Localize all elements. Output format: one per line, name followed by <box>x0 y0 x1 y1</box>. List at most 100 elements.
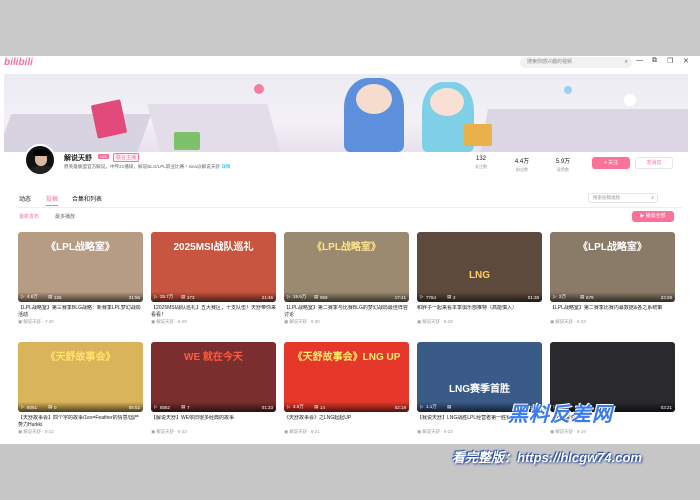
video-author[interactable]: 解说天舒 <box>555 429 573 434</box>
video-title[interactable]: 【天舒故事会】四个字的故事/1es=Feather的情意/国产势力Hurkki <box>18 415 143 428</box>
comment-icon: ▤ <box>314 404 319 409</box>
video-date: 6-30 <box>310 319 320 324</box>
video-thumbnail[interactable]: 2025MSI战队巡礼 ▷ 25.7万 ▤ 273 21:46 <box>151 232 276 302</box>
view-count: 8562 <box>160 405 171 410</box>
video-author[interactable]: 解说天舒 <box>23 429 41 434</box>
video-date: 6-19 <box>576 429 586 434</box>
thumbnail-text: 《LPL战略室》 <box>312 242 381 253</box>
video-date: 6-29 <box>177 319 187 324</box>
sort-latest[interactable]: 最新发布 <box>19 213 39 220</box>
play-icon: ▷ <box>287 294 291 299</box>
browser-window: bilibili 搜索你感兴趣的视频 ⌕ — ⧉ ❐ ✕ 解说天舒 LV6 联合… <box>0 56 700 444</box>
video-author[interactable]: 解说天舒 <box>422 319 440 324</box>
video-stats-overlay: ▷ 8562 ▤ 7 01:33 <box>151 402 276 412</box>
play-icon: ▷ <box>154 294 158 299</box>
comment-icon: ▤ <box>48 294 53 299</box>
stat-label: 粉丝数 <box>516 167 528 172</box>
play-icon: ▷ <box>553 294 557 299</box>
stat-followers[interactable]: 4.4万 粉丝数 <box>502 156 542 173</box>
video-thumbnail[interactable]: 《天舒故事会》LNG UP ▷ 3.5万 ▤ 14 02:18 <box>284 342 409 412</box>
video-duration: 02:18 <box>394 405 406 410</box>
view-count: 4.8万 <box>27 294 38 299</box>
banner-shape <box>4 114 152 152</box>
video-thumbnail[interactable]: 《LPL战略室》 ▷ 4.8万 ▤ 226 31:56 <box>18 232 143 302</box>
maximize-icon[interactable]: ❐ <box>667 57 673 65</box>
follow-button[interactable]: + 关注 <box>592 157 630 169</box>
comment-count: 273 <box>187 295 195 300</box>
video-author[interactable]: 解说天舒 <box>156 319 174 324</box>
view-count: 1.1万 <box>426 404 437 409</box>
video-search-placeholder: 搜索投稿视频 <box>593 195 620 200</box>
comment-icon: ▤ <box>314 294 319 299</box>
video-stats-overlay: ▷ 3.5万 ▤ 14 02:18 <box>284 402 409 412</box>
video-author[interactable]: 解说天舒 <box>555 319 573 324</box>
stat-value: 132 <box>475 156 486 162</box>
video-thumbnail[interactable]: 《LPL战略室》 ▷ 2万 ▤ 679 23:28 <box>550 232 675 302</box>
banner-shape <box>147 104 281 152</box>
video-thumbnail[interactable]: LNG ▷ 7764 ▤ 2 01:38 <box>417 232 542 302</box>
play-icon: ▷ <box>420 294 424 299</box>
view-count: 3.5万 <box>293 404 304 409</box>
tab-dynamic[interactable]: 动态 <box>19 194 31 203</box>
pin-icon[interactable]: ⧉ <box>652 57 657 65</box>
video-title[interactable]: 和胖子一起来看本季俱乐部推特（高能慎入） <box>417 305 542 318</box>
video-author[interactable]: 解说天舒 <box>23 319 41 324</box>
video-date: 7-20 <box>44 319 54 324</box>
profile-bio: 原英雄联盟官方解说，中传21播硕，解说BLG/LPL职业比赛 * sina@解说… <box>64 164 231 170</box>
video-author-date: ▣ 解说天舒 · 6-29 <box>417 319 453 325</box>
thumbnail-text: LNG <box>468 270 491 281</box>
bio-detail-link[interactable]: 详情 <box>221 164 230 169</box>
confetti <box>254 84 264 94</box>
search-icon[interactable]: ⌕ <box>625 57 628 68</box>
video-stats-overlay: ▷ 7764 ▤ 2 01:38 <box>417 292 542 302</box>
play-icon: ▷ <box>21 404 25 409</box>
comment-icon: ▤ <box>580 294 585 299</box>
confetti <box>624 94 636 106</box>
watermark-url: 看完整版：https://hlcgw74.com <box>452 450 642 465</box>
confetti <box>564 86 572 94</box>
video-title[interactable]: 【LPL战略室】第二赛季比赛内幕数据&各之系统策 <box>550 305 675 318</box>
global-search-input[interactable]: 搜索你感兴趣的视频 ⌕ <box>520 57 632 68</box>
profile-name: 解说天舒 <box>64 155 92 162</box>
video-author[interactable]: 解说天舒 <box>422 429 440 434</box>
video-duration: 01:38 <box>527 295 539 300</box>
video-title[interactable]: 《天舒故事会》之LNG起起UP <box>284 415 409 428</box>
video-search-input[interactable]: 搜索投稿视频 ⌕ <box>588 193 658 203</box>
bilibili-logo[interactable]: bilibili <box>4 57 33 68</box>
video-author[interactable]: 解说天舒 <box>156 429 174 434</box>
search-icon[interactable]: ⌕ <box>651 194 654 202</box>
stat-likes: 5.9万 获赞数 <box>543 156 583 173</box>
sort-most-played[interactable]: 最多播放 <box>55 213 75 220</box>
tab-uploads[interactable]: 投稿 <box>46 194 58 203</box>
play-icon: ▷ <box>420 404 424 409</box>
video-thumbnail[interactable]: 《LPL战略室》 ▷ 19.9万 ▤ 959 17:41 <box>284 232 409 302</box>
message-button[interactable]: 发消息 <box>635 157 673 169</box>
video-author[interactable]: 解说天舒 <box>289 429 307 434</box>
video-author-date: ▣ 解说天舒 · 6-23 <box>151 429 187 435</box>
thumbnail-text: WE 就在今天 <box>184 352 243 363</box>
close-icon[interactable]: ✕ <box>683 57 689 65</box>
active-tab-indicator <box>46 205 58 206</box>
video-title[interactable]: 【2025MSI战队巡礼】五大赛区，十支队伍！天舒带你来看看！ <box>151 305 276 318</box>
video-duration: 01:33 <box>261 405 273 410</box>
comment-count: 7 <box>187 405 190 410</box>
stat-following[interactable]: 132 关注数 <box>461 156 501 170</box>
stat-value: 5.9万 <box>555 159 571 165</box>
comment-count: 679 <box>586 295 594 300</box>
video-stats-overlay: ▷ 25.7万 ▤ 273 21:46 <box>151 292 276 302</box>
video-stats-overlay: ▷ 4.8万 ▤ 226 31:56 <box>18 292 143 302</box>
video-title[interactable]: 【解说天舒】WE依旧很多经典的故事 <box>151 415 276 428</box>
comment-icon: ▤ <box>447 404 452 409</box>
avatar[interactable] <box>24 144 56 176</box>
video-author[interactable]: 解说天舒 <box>289 319 307 324</box>
minimize-icon[interactable]: — <box>636 57 643 64</box>
video-thumbnail[interactable]: 《天舒故事会》 ▷ 8061 ▤ 0 05:52 <box>18 342 143 412</box>
play-all-button[interactable]: ▶ 播放全部 <box>632 211 674 222</box>
video-title[interactable]: 【LPL战略室】第三赛季BLG战略：新赛季LPL梦幻战局活动 <box>18 305 143 318</box>
play-icon: ▷ <box>21 294 25 299</box>
gift-box-icon <box>90 99 128 139</box>
comment-icon: ▤ <box>181 404 186 409</box>
video-thumbnail[interactable]: WE 就在今天 ▷ 8562 ▤ 7 01:33 <box>151 342 276 412</box>
video-title[interactable]: 【LPL战略室】第二赛季与比赛BLG的梦幻战局最佳阵容讨论 <box>284 305 409 318</box>
tab-collections[interactable]: 合集和列表 <box>72 194 102 203</box>
